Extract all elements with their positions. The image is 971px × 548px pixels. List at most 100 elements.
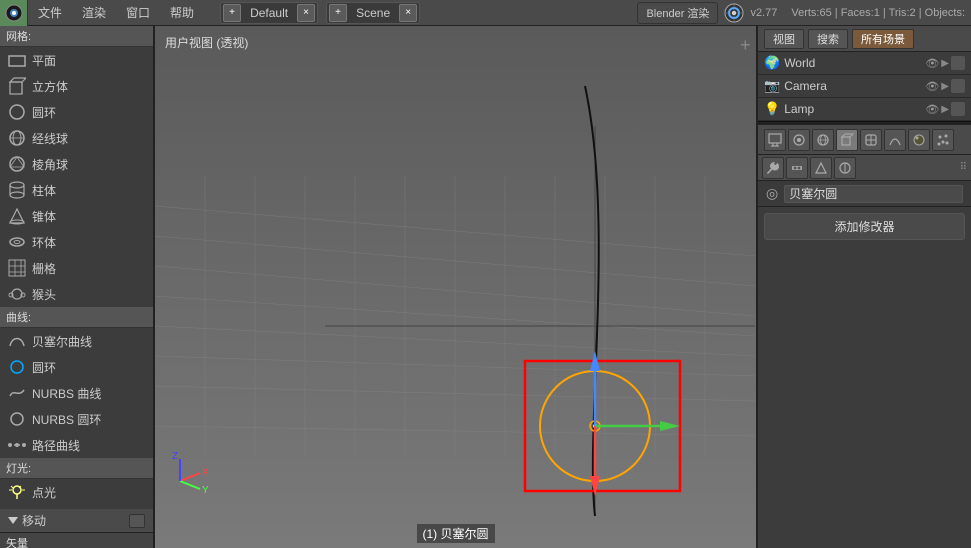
sidebar-item-plane[interactable]: 平面 <box>0 47 153 73</box>
svg-text:Z: Z <box>172 451 178 462</box>
sidebar-item-circle[interactable]: 圆环 <box>0 99 153 125</box>
sidebar-item-nurbs-curve[interactable]: NURBS 曲线 <box>0 380 153 406</box>
path-curve-icon <box>6 435 28 455</box>
viewport[interactable]: 用户视图 (透视) <box>155 26 756 548</box>
sidebar-item-grid[interactable]: 栅格 <box>0 255 153 281</box>
modifier-icons-bar: ⠿ <box>758 155 971 181</box>
prop-world-icon-btn[interactable] <box>812 129 834 151</box>
prop-object-icon-btn[interactable] <box>836 129 858 151</box>
camera-controls: 👁 ▶ <box>925 79 965 93</box>
lamp-arrow[interactable]: ▶ <box>941 104 949 115</box>
lamp-render[interactable] <box>951 102 965 116</box>
add-modifier-btn[interactable]: 添加修改器 <box>764 213 965 240</box>
sidebar-item-nurbs-circle[interactable]: NURBS 圆环 <box>0 406 153 432</box>
modifier-icon-btn4[interactable] <box>834 157 856 179</box>
lamp-eye[interactable]: 👁 <box>925 103 939 116</box>
sidebar-item-torus[interactable]: 环体 <box>0 229 153 255</box>
view-btn[interactable]: 视图 <box>764 29 804 49</box>
camera-name: Camera <box>784 79 827 93</box>
search-btn[interactable]: 搜索 <box>808 29 848 49</box>
blender-sphere-logo <box>724 3 744 23</box>
sidebar-item-curve-circle[interactable]: 圆环 <box>0 354 153 380</box>
menu-bar: 文件 渲染 窗口 帮助 <box>28 0 204 25</box>
world-render[interactable] <box>951 56 965 70</box>
stats-label: Verts:65 | Faces:1 | Tris:2 | Objects: <box>791 7 965 19</box>
uvsphere-icon <box>6 128 28 148</box>
move-section-header: 移动 <box>0 509 153 533</box>
nurbs-circle-icon <box>6 409 28 429</box>
world-eye[interactable]: 👁 <box>925 57 939 70</box>
prop-particles-icon-btn[interactable] <box>932 129 954 151</box>
object-name-bar: ◎ <box>758 181 971 207</box>
modifier-bar-handle[interactable]: ⠿ <box>960 162 967 173</box>
scene-tab-label: Scene <box>348 6 398 20</box>
modifier-icon-btn3[interactable] <box>810 157 832 179</box>
curve-section-header: 曲线: <box>0 307 153 328</box>
viewport-scene: X Y Z + <box>155 26 756 548</box>
camera-render[interactable] <box>951 79 965 93</box>
render-engine-selector[interactable]: Blender 渲染 <box>637 2 718 24</box>
outliner-header: 视图 搜索 所有场景 <box>758 26 971 52</box>
version-label: v2.77 <box>750 7 777 19</box>
sidebar-item-monkey[interactable]: 猴头 <box>0 281 153 307</box>
sidebar-item-icosphere[interactable]: 棱角球 <box>0 151 153 177</box>
svg-text:Y: Y <box>202 485 209 496</box>
monkey-icon <box>6 284 28 304</box>
sidebar-item-bezier-curve[interactable]: 贝塞尔曲线 <box>0 328 153 354</box>
mesh-section-header: 网格: <box>0 26 153 47</box>
object-type-icon: ◎ <box>766 185 778 202</box>
camera-icon: 📷 <box>764 78 780 94</box>
left-sidebar: 网格: 平面 立方体 圆环 经线球 <box>0 26 155 548</box>
properties-icons-bar <box>758 125 971 155</box>
lamp-section-header: 灯光: <box>0 458 153 479</box>
world-name: World <box>784 56 815 70</box>
all-scenes-btn[interactable]: 所有场景 <box>852 29 914 49</box>
scene-tab-add[interactable]: + <box>329 4 347 22</box>
menu-window[interactable]: 窗口 <box>116 0 160 25</box>
move-options-btn[interactable] <box>129 514 145 528</box>
prop-data-icon-btn[interactable] <box>884 129 906 151</box>
sidebar-item-path-curve[interactable]: 路径曲线 <box>0 432 153 458</box>
scene-tab-close[interactable]: × <box>399 4 417 22</box>
modifier-section: 添加修改器 <box>758 207 971 246</box>
blender-icon <box>0 0 28 26</box>
viewport-label: 用户视图 (透视) <box>165 34 248 51</box>
prop-scene-icon-btn[interactable] <box>788 129 810 151</box>
camera-eye[interactable]: 👁 <box>925 80 939 93</box>
point-lamp-icon <box>6 482 28 502</box>
outliner-item-lamp[interactable]: 💡 Lamp 👁 ▶ <box>758 98 971 121</box>
bezier-curve-icon <box>6 331 28 351</box>
menu-help[interactable]: 帮助 <box>160 0 204 25</box>
layout-tab-group: + Default × <box>220 2 318 24</box>
icosphere-icon <box>6 154 28 174</box>
layout-tab-close[interactable]: × <box>297 4 315 22</box>
sidebar-item-cone[interactable]: 锥体 <box>0 203 153 229</box>
viewport-add-btn[interactable]: + <box>740 35 751 55</box>
vector-section-header: 矢量 <box>0 533 153 548</box>
move-label: 移动 <box>22 512 46 529</box>
right-panel: 视图 搜索 所有场景 🌍 World 👁 ▶ 📷 Camera 👁 ▶ 💡 <box>756 26 971 548</box>
modifier-icon-btn2[interactable] <box>786 157 808 179</box>
object-name-input[interactable] <box>784 185 963 203</box>
scene-tab-group: + Scene × <box>326 2 420 24</box>
world-arrow[interactable]: ▶ <box>941 58 949 69</box>
main-area: 网格: 平面 立方体 圆环 经线球 <box>0 26 971 548</box>
prop-constraints-icon-btn[interactable] <box>860 129 882 151</box>
outliner-item-camera[interactable]: 📷 Camera 👁 ▶ <box>758 75 971 98</box>
menu-file[interactable]: 文件 <box>28 0 72 25</box>
sidebar-item-uvsphere[interactable]: 经线球 <box>0 125 153 151</box>
sidebar-item-cylinder[interactable]: 柱体 <box>0 177 153 203</box>
menu-render[interactable]: 渲染 <box>72 0 116 25</box>
svg-text:X: X <box>202 467 209 478</box>
curve-circle-icon <box>6 357 28 377</box>
spanner-icon-btn[interactable] <box>762 157 784 179</box>
prop-material-icon-btn[interactable] <box>908 129 930 151</box>
cylinder-icon <box>6 180 28 200</box>
outliner-item-world[interactable]: 🌍 World 👁 ▶ <box>758 52 971 75</box>
prop-render-icon-btn[interactable] <box>764 129 786 151</box>
camera-arrow[interactable]: ▶ <box>941 81 949 92</box>
collapse-triangle <box>8 517 18 524</box>
layout-tab-add[interactable]: + <box>223 4 241 22</box>
sidebar-item-point-lamp[interactable]: 点光 <box>0 479 153 505</box>
sidebar-item-cube[interactable]: 立方体 <box>0 73 153 99</box>
